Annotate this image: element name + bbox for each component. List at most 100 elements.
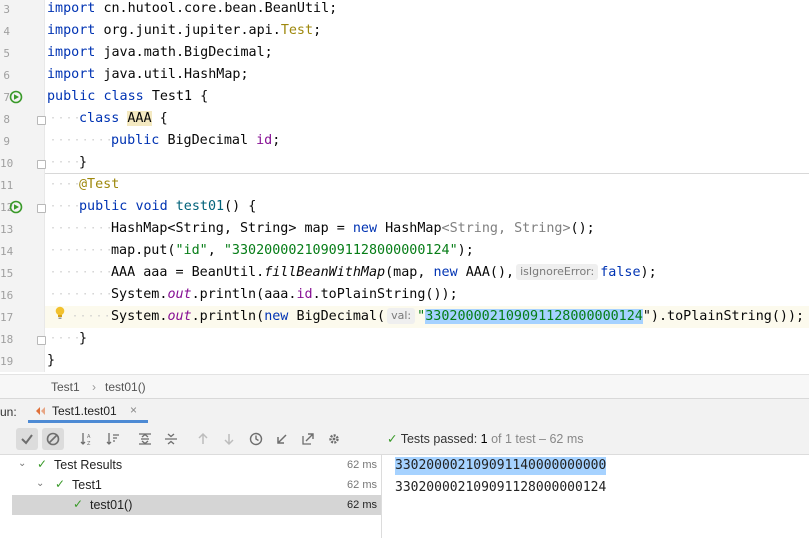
static-field: out [167,287,192,302]
keyword: import [47,23,96,38]
semicolon: ; [272,133,281,148]
svg-text:Z: Z [87,441,91,446]
gear-icon[interactable] [323,428,345,450]
test-results-tree: ⌄ ✓ Test Results 62 ms ⌄ ✓ Test1 62 ms ✓… [0,455,382,538]
collapse-all-icon[interactable] [160,428,182,450]
code-line-print2: System.out.println(new BigDecimal(val: "3… [111,306,804,328]
code-line-field: public BigDecimal id; [111,130,280,152]
class-name: Test1 [151,89,193,104]
code-text: BigDecimal( [296,309,386,324]
field-type: BigDecimal [167,133,249,148]
line-number: 11 [0,179,14,192]
code-line-close: } [79,152,87,174]
sort-alphabetically-icon[interactable]: AZ [76,428,98,450]
import-tests-icon[interactable] [271,428,293,450]
indent-guide: ···· [50,157,83,168]
code-text: ); [640,265,657,280]
code-text: (); [570,221,595,236]
method-name: test01 [175,199,225,214]
show-passed-icon[interactable] [16,428,38,450]
fold-marker-icon[interactable] [37,336,46,345]
brace: { [192,89,209,104]
breadcrumb-item-class[interactable]: Test1 [51,380,80,394]
indent-guide: ····· [72,311,113,322]
line-number: 6 [3,69,10,82]
line-number: 18 [0,333,14,346]
indent-guide: ········ [50,267,115,278]
keyword: class [79,111,120,126]
keyword: public [47,89,96,104]
sort-by-duration-icon[interactable] [102,428,124,450]
status-suffix: of 1 test – 62 ms [491,432,584,446]
expand-all-icon[interactable] [134,428,156,450]
selected-text[interactable]: 330200002109091128000000124 [425,309,643,324]
lightbulb-icon[interactable] [54,306,66,320]
next-failed-icon[interactable] [218,428,240,450]
keyword: import [47,67,96,82]
line-number: 13 [0,223,14,236]
line-number: 8 [3,113,10,126]
line-number: 3 [3,3,10,16]
fold-marker-icon[interactable] [37,116,46,125]
code-line-annotation: @Test [79,174,119,196]
run-test-icon[interactable] [9,200,23,214]
close-icon[interactable]: × [130,403,137,417]
console-line[interactable]: 330200002109091128000000124 [395,479,606,497]
code-line-close: } [47,350,55,372]
code-editor[interactable]: 3 4 5 6 7 8 9 10 11 12 13 14 15 16 17 18… [0,0,809,372]
tree-label: test01() [90,498,133,512]
duration: 62 ms [347,479,377,491]
indent-guide: ···· [50,201,83,212]
check-icon: ✓ [37,457,48,471]
export-tests-icon[interactable] [297,428,319,450]
fold-marker-icon[interactable] [37,204,46,213]
breadcrumb: Test1 › test01() [0,374,809,398]
tree-row-class[interactable]: ⌄ ✓ Test1 62 ms [12,475,381,495]
tree-label: Test1 [72,478,102,492]
import-path: cn.hutool.core.bean.BeanUtil; [103,1,338,16]
code-line-close: } [79,328,87,350]
code-text: ").toPlainString()); [642,309,805,324]
console-line-selected[interactable]: 330200002109091140000000000 [395,457,607,475]
parameter-hint: isIgnoreError: [516,264,599,280]
previous-failed-icon[interactable] [192,428,214,450]
run-class-icon[interactable] [9,90,23,104]
show-ignored-icon[interactable] [42,428,64,450]
keyword: new [352,221,378,236]
code-text: .toPlainString()); [312,287,458,302]
chevron-down-icon[interactable]: ⌄ [36,478,44,489]
run-tool-window-header: un: Test1.test01 × [0,398,809,424]
keyword: void [135,199,168,214]
test-history-icon[interactable] [245,428,267,450]
keyword: false [600,265,641,280]
line-number: 16 [0,289,14,302]
indent-guide: ········ [50,245,115,256]
indent-guide: ···· [50,179,83,190]
code-line-import: import java.util.HashMap; [47,64,249,86]
run-tab-test1-test01[interactable]: Test1.test01 × [28,399,148,423]
brace: } [79,331,88,346]
code-line-print1: System.out.println(aaa.id.toPlainString(… [111,284,458,306]
keyword: new [433,265,458,280]
static-field: out [167,309,192,324]
parameter-hint: val: [387,308,416,324]
line-number: 19 [0,355,14,368]
tree-row-method[interactable]: ✓ test01() 62 ms [12,495,381,515]
field-ref: id [296,287,313,302]
fold-marker-icon[interactable] [37,160,46,169]
line-number: 17 [0,311,14,324]
test-status-summary: ✓ Tests passed: 1 of 1 test – 62 ms [387,431,584,446]
breadcrumb-item-method[interactable]: test01() [105,380,146,394]
generic-args: <String, String> [441,221,571,236]
code-line-import: import cn.hutool.core.bean.BeanUtil; [47,0,337,20]
check-icon: ✓ [387,432,398,446]
indent-guide: ···· [50,333,83,344]
code-text: ); [457,243,474,258]
code-text: HashMap [385,221,442,236]
brace: { [151,111,168,126]
tree-row-test-results[interactable]: ⌄ ✓ Test Results 62 ms [12,455,381,475]
chevron-down-icon[interactable]: ⌄ [18,458,26,469]
console-output[interactable]: 330200002109091140000000000 330200002109… [382,455,809,538]
annotation: @Test [79,177,120,192]
check-icon: ✓ [55,477,66,491]
